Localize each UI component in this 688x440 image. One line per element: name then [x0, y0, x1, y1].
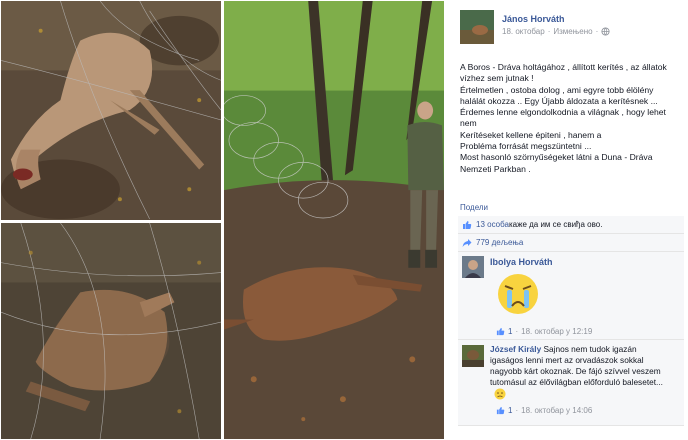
thumbs-up-icon	[496, 406, 505, 415]
likes-count-link[interactable]: 13 особа	[476, 220, 509, 229]
post-line: Értelmetlen , ostoba dolog , ami egyre t…	[460, 84, 654, 95]
thumbs-up-icon	[496, 327, 505, 336]
comment-text-line: nagyobb kárt okoznak. De fájó szívvel ve…	[490, 366, 661, 376]
post-line: vízhez sem jutnak !	[460, 73, 534, 84]
post-line: Most hasonló szörnyűségeket látni a Duna…	[460, 152, 653, 163]
comment-like-count[interactable]: 1	[508, 327, 512, 336]
post-line: Kerítéseket kellene épiteni , hanem a	[460, 129, 602, 140]
facebook-photo-viewer: János Horváth 18. октобар · Измењено · A…	[0, 0, 688, 440]
post-body: A Boros - Dráva holtágához , állított ke…	[460, 62, 686, 175]
comment-footer: 1 · 18. октобар у 14:06	[496, 406, 592, 415]
share-icon	[462, 238, 472, 247]
share-link[interactable]: Подели	[460, 203, 488, 212]
comment-footer: 1 · 18. октобар у 12:19	[496, 327, 592, 336]
comment-item: Ibolya Horváth 1 · 18. октобар у 12:19	[458, 252, 684, 340]
photo-man-with-dead-deer[interactable]	[223, 0, 445, 440]
post-header: János Horváth 18. октобар · Измењено ·	[460, 10, 610, 44]
post-line: Nemzeti Parkban .	[460, 163, 531, 174]
author-avatar[interactable]	[460, 10, 494, 44]
post-line: Érdemes lenne elgondolkodnia a világnak …	[460, 107, 666, 118]
commenter-name[interactable]: Ibolya Horváth	[490, 257, 553, 267]
comment-item: József Király Sajnos nem tudok igazán ig…	[458, 340, 684, 426]
post-line: nem	[460, 118, 477, 129]
likes-summary: 13 особа каже да им се свиђа ово.	[458, 216, 684, 234]
photo-dead-deer-bottom-left[interactable]	[0, 222, 222, 440]
separator-dot: ·	[547, 27, 551, 36]
post-line: Probléma forrását megszüntetni ...	[460, 141, 592, 152]
photo-image	[1, 223, 221, 439]
crying-emoji-sticker	[498, 274, 538, 314]
commenter-avatar[interactable]	[462, 345, 484, 367]
post-line: A Boros - Dráva holtágához , állított ke…	[460, 62, 667, 72]
comment-text-line: tutomásul az élővilágban előforduló bale…	[490, 377, 663, 387]
photo-image	[224, 1, 444, 439]
sad-emoji-icon	[494, 388, 506, 400]
globe-icon[interactable]	[601, 27, 610, 36]
comment-date[interactable]: 18. октобар у 12:19	[521, 327, 592, 336]
comment-like-count[interactable]: 1	[508, 406, 512, 415]
separator-dot: ·	[515, 406, 519, 415]
feedback-section: 13 особа каже да им се свиђа ово. 779 де…	[458, 216, 684, 426]
author-name[interactable]: János Horváth	[502, 14, 610, 24]
commenter-avatar[interactable]	[462, 256, 484, 278]
comment-text-line: Sajnos nem tudok igazán	[541, 344, 637, 354]
post-line: halálát okozza .. Egy Újabb áldozata a k…	[460, 95, 658, 106]
comment-body: József Király Sajnos nem tudok igazán ig…	[490, 344, 686, 388]
separator-dot: ·	[515, 327, 519, 336]
post-meta: 18. октобар · Измењено ·	[502, 27, 610, 36]
thumbs-up-icon	[463, 220, 472, 229]
commenter-name[interactable]: József Király	[490, 344, 541, 354]
post-sidebar: János Horváth 18. октобар · Измењено · A…	[454, 0, 688, 440]
comment-date[interactable]: 18. октобар у 14:06	[521, 406, 592, 415]
photo-dead-deer-top-left[interactable]	[0, 0, 222, 221]
photo-image	[1, 1, 221, 220]
separator-dot: ·	[595, 27, 599, 36]
edited-label[interactable]: Измењено	[553, 27, 592, 36]
comment-text-line: igaságos lenni mert az orvadászok sokkal	[490, 355, 644, 365]
post-date[interactable]: 18. октобар	[502, 27, 545, 36]
shares-count-link[interactable]: 779 дељења	[476, 238, 523, 247]
shares-summary: 779 дељења	[458, 234, 684, 252]
likes-text: каже да им се свиђа ово.	[508, 220, 603, 229]
